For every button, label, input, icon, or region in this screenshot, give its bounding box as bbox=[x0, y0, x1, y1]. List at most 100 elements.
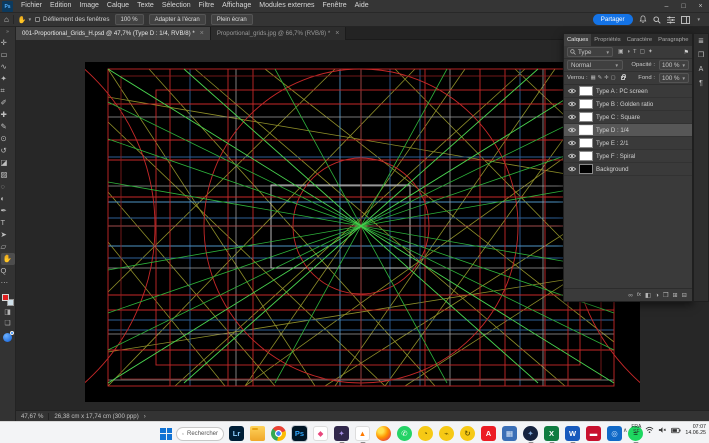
layer-thumbnail[interactable] bbox=[579, 138, 593, 148]
workspace-layout-icon[interactable] bbox=[681, 16, 690, 24]
full-screen-button[interactable]: Plein écran bbox=[211, 14, 253, 25]
volume-icon[interactable] bbox=[658, 426, 667, 434]
layer-row[interactable]: Type D : 1/4 bbox=[564, 124, 692, 137]
marquee-tool[interactable]: ▭ bbox=[1, 49, 15, 61]
fill-field[interactable]: 100 % ▼ bbox=[659, 73, 689, 83]
app-browser[interactable] bbox=[270, 425, 287, 442]
zoom-tool[interactable]: Q bbox=[1, 265, 15, 277]
app-calculator[interactable]: ▦ bbox=[501, 425, 518, 442]
zoom-100-button[interactable]: 100 % bbox=[115, 14, 144, 25]
app-blue[interactable]: ◎ bbox=[606, 425, 623, 442]
character-panel-icon[interactable]: A bbox=[699, 66, 704, 74]
lock-artboard-icon[interactable]: ▢ bbox=[611, 75, 616, 81]
layer-row[interactable]: Type F : Spiral bbox=[564, 150, 692, 163]
brush-tool[interactable]: ✎ bbox=[1, 121, 15, 133]
close-button[interactable]: × bbox=[692, 0, 709, 13]
eraser-tool[interactable]: ◪ bbox=[1, 157, 15, 169]
menu-fen-tre[interactable]: Fenêtre bbox=[319, 0, 351, 12]
libraries-panel-icon[interactable]: ❒ bbox=[698, 52, 704, 60]
menu-aide[interactable]: Aide bbox=[351, 0, 373, 12]
app-whatsapp[interactable]: ✆ bbox=[396, 425, 413, 442]
app-photoshop[interactable]: Ps bbox=[291, 425, 308, 442]
share-button[interactable]: Partager bbox=[593, 14, 633, 25]
type-tool[interactable]: T bbox=[1, 217, 15, 229]
tab-calques[interactable]: Calques bbox=[564, 34, 591, 46]
dodge-tool[interactable]: ◐ bbox=[1, 193, 15, 205]
hand-tool-icon[interactable]: ✋ bbox=[18, 16, 27, 24]
crop-tool[interactable]: ⌗ bbox=[1, 85, 15, 97]
blend-mode-dropdown[interactable]: Normal ▼ bbox=[567, 60, 623, 70]
layer-row[interactable]: Type C : Square bbox=[564, 111, 692, 124]
layer-row[interactable]: Background bbox=[564, 163, 692, 176]
maximize-button[interactable]: □ bbox=[675, 0, 692, 13]
color-swatches[interactable] bbox=[2, 294, 14, 306]
link-layers-icon[interactable]: ∞ bbox=[628, 292, 633, 299]
app-excel[interactable]: X bbox=[543, 425, 560, 442]
layer-group-icon[interactable]: ❒ bbox=[663, 292, 669, 299]
tray-expand-icon[interactable]: ∧ bbox=[623, 427, 627, 434]
layer-row[interactable]: Type B : Golden ratio bbox=[564, 98, 692, 111]
adjustment-layer-icon[interactable]: ◑ bbox=[655, 292, 659, 299]
move-tool[interactable]: ✛ bbox=[1, 37, 15, 49]
app-purple[interactable]: ✦ bbox=[333, 425, 350, 442]
hand-tool[interactable]: ✋ bbox=[1, 253, 15, 265]
filter-shape-layers-icon[interactable]: ▢ bbox=[640, 49, 645, 55]
menu-calque[interactable]: Calque bbox=[103, 0, 133, 12]
new-layer-icon[interactable]: ⊞ bbox=[672, 292, 677, 299]
menu-fichier[interactable]: Fichier bbox=[17, 0, 46, 12]
menu-s-lection[interactable]: Sélection bbox=[158, 0, 195, 12]
tab-psd-document[interactable]: 001-Proportional_Grids_H.psd @ 47,7% (Ty… bbox=[16, 27, 211, 40]
layer-visibility-eye-icon[interactable] bbox=[567, 88, 576, 94]
layer-row[interactable]: Type A : PC screen bbox=[564, 85, 692, 98]
layer-mask-icon[interactable]: ◧ bbox=[645, 292, 651, 299]
menu-image[interactable]: Image bbox=[75, 0, 102, 12]
app-yellow-1[interactable]: ◔ bbox=[417, 425, 434, 442]
quick-mask-icon[interactable]: ◨ bbox=[4, 309, 11, 317]
layer-visibility-eye-icon[interactable] bbox=[567, 101, 576, 107]
layer-filter-dropdown[interactable]: Type ▼ bbox=[567, 47, 613, 57]
lasso-tool[interactable]: ∿ bbox=[1, 61, 15, 73]
layer-thumbnail[interactable] bbox=[579, 164, 593, 174]
creative-cloud-sphere-icon[interactable] bbox=[3, 333, 12, 342]
menu-modules-externes[interactable]: Modules externes bbox=[255, 0, 318, 12]
home-icon[interactable]: ⌂ bbox=[4, 15, 9, 24]
layer-thumbnail[interactable] bbox=[579, 151, 593, 161]
filter-pin-icon[interactable]: ⚑ bbox=[684, 49, 689, 56]
tab-caractere[interactable]: Caractère bbox=[624, 34, 655, 46]
taskbar-search-input[interactable]: Rechercher bbox=[176, 427, 224, 441]
menu-filtre[interactable]: Filtre bbox=[195, 0, 219, 12]
layer-effects-icon[interactable]: fx bbox=[637, 292, 641, 298]
app-firefox[interactable] bbox=[375, 425, 392, 442]
opacity-field[interactable]: 100 % ▼ bbox=[659, 60, 689, 70]
app-red[interactable]: ▬ bbox=[585, 425, 602, 442]
app-yellow-3[interactable]: ↻ bbox=[459, 425, 476, 442]
app-dark[interactable]: ✦ bbox=[522, 425, 539, 442]
chevron-down-icon[interactable]: ▼ bbox=[697, 17, 701, 22]
zoom-level-field[interactable]: 47,67 % bbox=[21, 413, 43, 420]
battery-icon[interactable] bbox=[671, 427, 681, 434]
app-photos[interactable]: ◆ bbox=[312, 425, 329, 442]
filter-type-layers-icon[interactable]: T bbox=[633, 49, 637, 55]
layer-visibility-eye-icon[interactable] bbox=[567, 166, 576, 172]
blur-tool[interactable]: ◌ bbox=[1, 181, 15, 193]
pen-tool[interactable]: ✒ bbox=[1, 205, 15, 217]
layer-visibility-eye-icon[interactable] bbox=[567, 114, 576, 120]
layer-thumbnail[interactable] bbox=[579, 86, 593, 96]
paragraph-panel-icon[interactable]: ¶ bbox=[699, 80, 703, 88]
screen-mode-icon[interactable]: ❏ bbox=[4, 320, 10, 328]
lock-all-icon[interactable] bbox=[621, 76, 625, 80]
menu-edition[interactable]: Edition bbox=[46, 0, 75, 12]
lock-position-icon[interactable]: ✛ bbox=[604, 75, 608, 81]
clone-stamp-tool[interactable]: ⊙ bbox=[1, 133, 15, 145]
app-lightroom[interactable]: Lr bbox=[228, 425, 245, 442]
filter-smart-objects-icon[interactable]: ✦ bbox=[648, 49, 653, 55]
minimize-button[interactable]: – bbox=[658, 0, 675, 13]
close-icon[interactable]: × bbox=[335, 30, 339, 37]
layers-panel-icon[interactable]: ≣ bbox=[698, 38, 704, 46]
filter-pixel-layers-icon[interactable]: ▣ bbox=[618, 49, 623, 55]
lock-transparency-icon[interactable]: ▦ bbox=[591, 75, 596, 81]
gradient-tool[interactable]: ▨ bbox=[1, 169, 15, 181]
menu-affichage[interactable]: Affichage bbox=[218, 0, 255, 12]
layer-thumbnail[interactable] bbox=[579, 112, 593, 122]
app-word[interactable]: W bbox=[564, 425, 581, 442]
